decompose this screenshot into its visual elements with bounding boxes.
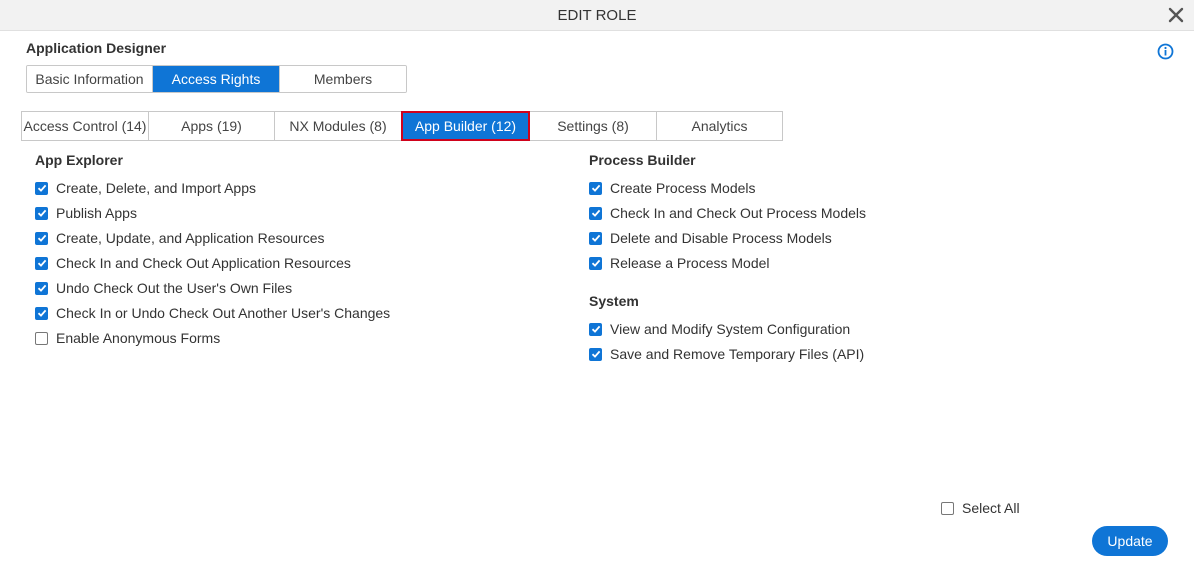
permission-item[interactable]: Create Process Models (589, 174, 866, 202)
permission-item[interactable]: Save and Remove Temporary Files (API) (589, 340, 866, 368)
section-title-process-builder: Process Builder (589, 152, 696, 168)
permission-item[interactable]: Enable Anonymous Forms (35, 324, 390, 352)
section-app-explorer: App Explorer Create, Delete, and Import … (35, 152, 390, 352)
info-icon[interactable] (1157, 43, 1174, 60)
permission-checkbox[interactable] (35, 206, 48, 220)
permission-label: Publish Apps (56, 205, 137, 221)
subtab-analytics[interactable]: Analytics (656, 111, 783, 141)
subtab-nx-modules[interactable]: NX Modules (8) (274, 111, 402, 141)
permission-label: Release a Process Model (610, 255, 770, 271)
permission-label: Enable Anonymous Forms (56, 330, 221, 346)
permission-label: Check In and Check Out Process Models (610, 205, 867, 221)
dialog-title: EDIT ROLE (557, 7, 637, 24)
right-column: Process Builder Create Process Models Che… (589, 152, 866, 368)
tab-basic-information[interactable]: Basic Information (27, 66, 153, 92)
permission-checkbox[interactable] (35, 281, 48, 295)
permission-checkbox[interactable] (589, 322, 602, 336)
permission-checkbox[interactable] (35, 181, 48, 195)
permission-checkbox[interactable] (35, 306, 48, 320)
section-title-app-explorer: App Explorer (35, 152, 123, 168)
section-title-system: System (589, 293, 639, 309)
dialog-titlebar: EDIT ROLE (0, 0, 1194, 31)
permission-label: Create, Update, and Application Resource… (56, 230, 325, 246)
select-all-label: Select All (962, 500, 1020, 516)
permission-checkbox[interactable] (589, 231, 602, 245)
permission-item[interactable]: Check In and Check Out Application Resou… (35, 249, 390, 277)
subtab-access-control[interactable]: Access Control (14) (21, 111, 149, 141)
tab-access-rights[interactable]: Access Rights (153, 66, 280, 92)
permission-item[interactable]: Check In and Check Out Process Models (589, 199, 866, 227)
tab-members[interactable]: Members (280, 66, 406, 92)
permission-item[interactable]: Publish Apps (35, 199, 390, 227)
sub-tabs: Access Control (14) Apps (19) NX Modules… (21, 111, 783, 141)
permission-item[interactable]: Undo Check Out the User's Own Files (35, 274, 390, 302)
permission-item[interactable]: Delete and Disable Process Models (589, 224, 866, 252)
permission-item[interactable]: Create, Update, and Application Resource… (35, 224, 390, 252)
role-name: Application Designer (26, 40, 167, 56)
update-button[interactable]: Update (1092, 526, 1168, 556)
section-process-builder: Process Builder Create Process Models Che… (589, 152, 866, 277)
permission-label: Create, Delete, and Import Apps (56, 180, 256, 196)
permission-label: Create Process Models (610, 180, 756, 196)
permission-checkbox[interactable] (589, 206, 602, 220)
permission-checkbox[interactable] (35, 256, 48, 270)
permission-label: Undo Check Out the User's Own Files (56, 280, 293, 296)
permission-label: View and Modify System Configuration (610, 321, 851, 337)
subtab-settings[interactable]: Settings (8) (529, 111, 657, 141)
permission-item[interactable]: Create, Delete, and Import Apps (35, 174, 390, 202)
close-icon[interactable] (1167, 6, 1185, 24)
select-all-checkbox[interactable] (941, 501, 954, 515)
permission-label: Check In or Undo Check Out Another User'… (56, 305, 391, 321)
permission-item[interactable]: Check In or Undo Check Out Another User'… (35, 299, 390, 327)
permission-label: Save and Remove Temporary Files (API) (610, 346, 865, 362)
permission-checkbox[interactable] (589, 347, 602, 361)
subtab-apps[interactable]: Apps (19) (148, 111, 275, 141)
permission-item[interactable]: Release a Process Model (589, 249, 866, 277)
main-tabs: Basic Information Access Rights Members (26, 65, 407, 93)
subtab-app-builder[interactable]: App Builder (12) (401, 111, 530, 141)
permission-label: Check In and Check Out Application Resou… (56, 255, 351, 271)
permission-checkbox[interactable] (589, 181, 602, 195)
select-all[interactable]: Select All (941, 500, 1020, 516)
section-system: System View and Modify System Configurat… (589, 293, 866, 368)
permission-checkbox[interactable] (589, 256, 602, 270)
permission-checkbox[interactable] (35, 231, 48, 245)
permission-checkbox[interactable] (35, 331, 48, 345)
permission-item[interactable]: View and Modify System Configuration (589, 315, 866, 343)
permission-label: Delete and Disable Process Models (610, 230, 832, 246)
left-column: App Explorer Create, Delete, and Import … (35, 152, 390, 352)
